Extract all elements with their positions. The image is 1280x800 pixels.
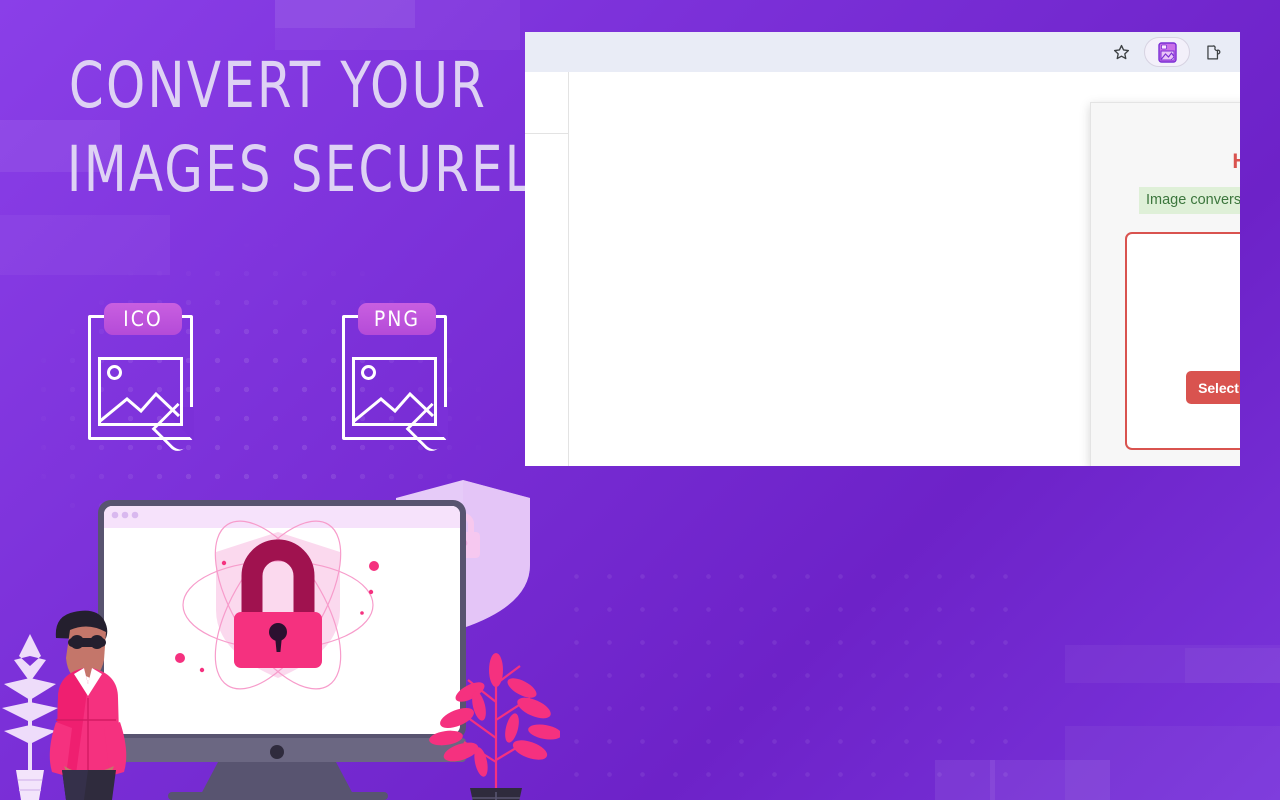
browser-window: High Quality ICO to PNG Converter Image … <box>525 32 1240 466</box>
puzzle-piece-icon[interactable] <box>1200 39 1226 65</box>
action-button-row: Select a file Convert Image Choose forma… <box>1127 371 1240 405</box>
image-glyph <box>352 357 437 426</box>
bg-rect-2 <box>275 0 520 50</box>
extension-popup: High Quality ICO to PNG Converter Image … <box>1090 102 1240 466</box>
dropzone-label: Select a file or drag here <box>1127 338 1240 355</box>
ico-file-card: ICO <box>88 303 194 441</box>
png-file-card: PNG <box>342 303 448 441</box>
security-illustration <box>0 470 560 800</box>
extension-pill[interactable] <box>1144 37 1190 67</box>
photo-mountain-icon <box>101 389 180 423</box>
photo-mountain-icon <box>355 389 434 423</box>
headline-line-1: CONVERT YOUR <box>68 49 488 122</box>
popup-title: High Quality ICO to PNG Converter <box>1232 150 1240 173</box>
image-converter-extension-icon[interactable] <box>1157 41 1177 63</box>
photo-sun-icon <box>107 365 122 380</box>
bg-rect-6 <box>1185 648 1280 683</box>
left-plant-graphic <box>2 634 58 800</box>
dot-pattern-bottom <box>560 560 1020 800</box>
status-alert-success: Image conversion is complete. Now you ca… <box>1138 187 1240 215</box>
photo-sun-icon <box>361 365 376 380</box>
star-icon[interactable] <box>1108 39 1134 65</box>
toolbar-icon-group <box>1108 32 1226 72</box>
png-format-tag: PNG <box>358 303 436 335</box>
page-row-divider <box>525 133 569 134</box>
promo-headline: CONVERT YOUR IMAGES SECURELY <box>66 44 560 212</box>
browser-toolbar <box>525 32 1240 72</box>
image-glyph <box>98 357 183 426</box>
page-sidebar-edge <box>525 72 569 466</box>
select-file-button[interactable]: Select a file <box>1186 371 1240 405</box>
file-dropzone[interactable]: Select a file or drag here Select a file… <box>1125 232 1240 451</box>
ico-format-tag: ICO <box>104 303 182 335</box>
headline-line-2: IMAGES SECURELY <box>66 132 560 206</box>
